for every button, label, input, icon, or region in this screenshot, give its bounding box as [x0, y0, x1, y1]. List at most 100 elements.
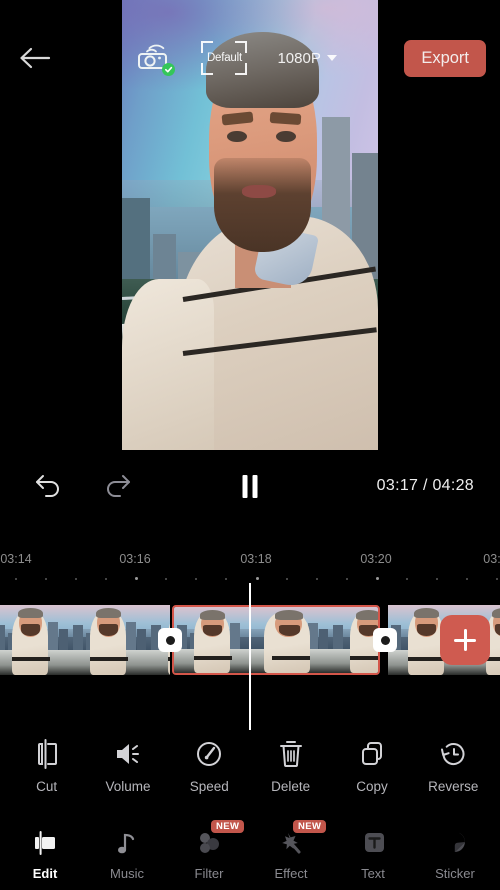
timeline[interactable]: 03:14 03:16 03:18 03:20 03:: [0, 528, 500, 733]
transition-dot-icon: [380, 635, 390, 645]
bottom-navigation: Edit Music NEW Filter NEW Effect Text St…: [0, 818, 500, 890]
copy-duplicate-icon: [361, 742, 382, 765]
preview-subject-arm: [122, 279, 215, 450]
nav-label: Music: [110, 865, 144, 881]
nav-label: Edit: [32, 865, 58, 881]
ruler-tick: [496, 578, 498, 580]
tool-speed[interactable]: Speed: [174, 738, 244, 794]
top-toolbar: Default 1080P Export: [0, 34, 500, 82]
tool-cut[interactable]: Cut: [12, 738, 82, 794]
crop-frame-icon: [235, 63, 248, 75]
nav-label: Filter: [194, 865, 224, 881]
ruler-tick: [15, 578, 17, 580]
undo-button[interactable]: [34, 471, 64, 502]
ruler-label: 03:16: [119, 552, 151, 566]
tool-label: Cut: [36, 779, 58, 794]
undo-arrow-icon: [36, 474, 59, 497]
ruler-tick-major: [135, 577, 138, 580]
crop-frame-icon: [201, 63, 214, 75]
ruler-tick: [346, 578, 348, 580]
arrow-left-icon: [20, 47, 51, 69]
ruler-tick: [406, 578, 408, 580]
redo-arrow-icon: [107, 474, 130, 497]
trash-bin-icon: [279, 741, 302, 767]
speedometer-icon: [197, 742, 222, 766]
nav-item-sticker[interactable]: Sticker: [418, 828, 492, 881]
export-button[interactable]: Export: [404, 39, 486, 77]
reverse-clock-icon: [441, 743, 465, 766]
ruler-tick: [45, 578, 47, 580]
preview-subject-brow: [270, 111, 302, 125]
time-display: 03:17 / 04:28: [376, 477, 474, 494]
check-icon: [165, 66, 173, 73]
cut-split-icon: [37, 739, 57, 769]
pause-button[interactable]: [242, 474, 258, 498]
ruler-tick: [225, 578, 227, 580]
back-button[interactable]: [0, 34, 70, 82]
crop-frame-icon: [201, 41, 214, 53]
tool-delete[interactable]: Delete: [256, 738, 326, 794]
video-editor-app: Default 1080P Export 03:17 / 04:28 03:14…: [0, 0, 500, 890]
transition-dot-icon: [165, 635, 175, 645]
new-badge: NEW: [293, 819, 327, 833]
nav-label: Text: [361, 865, 385, 881]
tool-volume[interactable]: Volume: [93, 738, 163, 794]
tool-label: Reverse: [428, 779, 479, 794]
ruler-label: 03:: [483, 552, 500, 566]
crop-frame-icon: [235, 41, 248, 53]
music-note-icon: [112, 828, 142, 858]
ruler-tick: [105, 578, 107, 580]
timeline-clip-1[interactable]: [0, 605, 170, 675]
sticker-icon: [440, 828, 470, 858]
nav-label: Sticker: [435, 865, 475, 881]
nav-item-filter[interactable]: NEW Filter: [172, 819, 246, 881]
nav-item-effect[interactable]: NEW Effect: [254, 819, 328, 881]
preview-overlay-controls: Default 1080P: [70, 41, 404, 76]
pause-icon: [242, 474, 248, 498]
preview-building: [122, 198, 151, 288]
clip-thumbnails: [174, 607, 378, 673]
resolution-selector[interactable]: 1080P: [277, 49, 337, 67]
new-badge: NEW: [211, 819, 245, 833]
aspect-ratio-button[interactable]: Default: [201, 41, 248, 75]
add-clip-button[interactable]: [440, 615, 490, 665]
timeline-clip-2-selected[interactable]: [172, 605, 380, 675]
tool-label: Volume: [105, 779, 151, 794]
nav-item-music[interactable]: Music: [90, 828, 164, 881]
ruler-label: 03:20: [360, 552, 392, 566]
clip-thumbnail: [252, 607, 330, 673]
ruler-tick: [466, 578, 468, 580]
pause-icon: [252, 474, 258, 498]
ruler-tick-major: [376, 577, 379, 580]
ruler-tick: [195, 578, 197, 580]
ruler-tick: [286, 578, 288, 580]
nav-item-edit[interactable]: Edit: [8, 828, 82, 881]
ruler-tick: [436, 578, 438, 580]
tool-reverse[interactable]: Reverse: [418, 738, 488, 794]
clip-tools-row: Cut Volume Speed Delete Copy Reverse: [0, 738, 500, 812]
redo-button[interactable]: [102, 471, 132, 502]
volume-speaker-icon: [116, 744, 139, 764]
clip-thumbnail: [0, 605, 70, 675]
projector-button[interactable]: [137, 43, 176, 76]
ruler-tick: [316, 578, 318, 580]
tool-label: Copy: [356, 779, 388, 794]
playhead[interactable]: [249, 583, 251, 730]
tool-copy[interactable]: Copy: [337, 738, 407, 794]
transition-button-1[interactable]: [158, 628, 182, 652]
nav-item-text[interactable]: Text: [336, 828, 410, 881]
projector-enabled-check: [162, 63, 176, 76]
resolution-label: 1080P: [277, 49, 321, 67]
ruler-label: 03:14: [0, 552, 32, 566]
edit-clip-icon: [30, 828, 60, 858]
tool-label: Speed: [189, 779, 229, 794]
ruler-tick: [165, 578, 167, 580]
transition-button-2[interactable]: [373, 628, 397, 652]
clip-thumbnail: [70, 605, 148, 675]
preview-subject-mouth: [242, 184, 276, 198]
text-t-icon: [358, 828, 388, 858]
clip-thumbnail: [174, 607, 252, 673]
preview-subject-beard: [214, 157, 312, 252]
preview-subject-eye: [275, 130, 297, 143]
chevron-down-icon: [326, 55, 337, 61]
